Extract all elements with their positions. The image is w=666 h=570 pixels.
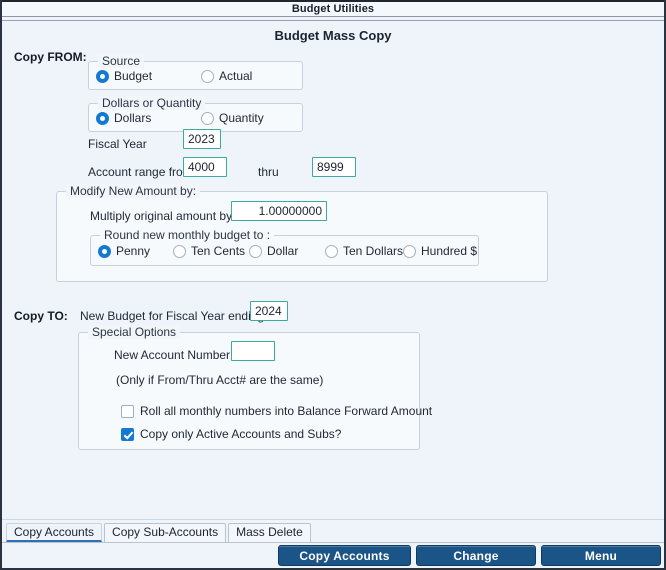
radio-label-dollars: Dollars <box>114 111 152 125</box>
dollars-quantity-group: Dollars or Quantity Dollars Quantity <box>88 96 303 132</box>
radio-indicator-quantity <box>201 111 214 125</box>
new-account-number-note: (Only if From/Thru Acct# are the same) <box>116 373 324 387</box>
round-group-legend: Round new monthly budget to : <box>100 228 275 242</box>
fiscal-year-label: Fiscal Year <box>88 137 147 151</box>
special-options-legend: Special Options <box>88 325 181 339</box>
radio-ten-cents[interactable]: Ten Cents <box>173 244 245 258</box>
fiscal-year-input[interactable] <box>183 129 221 149</box>
multiply-input[interactable] <box>231 201 327 221</box>
copy-accounts-button[interactable]: Copy Accounts <box>278 545 411 566</box>
checkbox-label-copy-active: Copy only Active Accounts and Subs? <box>140 427 342 441</box>
checkbox-roll-monthly-numbers[interactable]: Roll all monthly numbers into Balance Fo… <box>121 404 432 418</box>
window-title: Budget Utilities <box>291 2 375 15</box>
radio-hundred-dollars[interactable]: Hundred $ <box>403 244 477 258</box>
modify-new-amount-legend: Modify New Amount by: <box>66 184 201 198</box>
checkbox-indicator-copy-active <box>121 427 134 441</box>
copy-from-label: Copy FROM: <box>14 50 87 64</box>
change-button[interactable]: Change <box>416 545 536 566</box>
page-title: Budget Mass Copy <box>274 27 392 43</box>
radio-label-penny: Penny <box>116 244 151 258</box>
round-group: Round new monthly budget to : Penny Ten … <box>90 228 479 266</box>
copy-to-label: Copy TO: <box>14 309 68 323</box>
budget-utilities-window: Budget Utilities Budget Mass Copy Copy F… <box>0 0 666 570</box>
radio-indicator-penny <box>98 244 111 258</box>
radio-label-dollar: Dollar <box>267 244 299 258</box>
window-titlebar: Budget Utilities <box>2 0 664 17</box>
radio-dollars[interactable]: Dollars <box>96 111 151 125</box>
account-range-thru-input[interactable] <box>312 157 356 177</box>
modify-new-amount-group: Modify New Amount by: Multiply original … <box>56 184 548 282</box>
radio-dollar[interactable]: Dollar <box>249 244 298 258</box>
dollars-quantity-group-legend: Dollars or Quantity <box>98 96 206 110</box>
new-budget-fiscal-year-label: New Budget for Fiscal Year ending: <box>80 309 268 323</box>
radio-quantity[interactable]: Quantity <box>201 111 264 125</box>
checkbox-label-roll-monthly: Roll all monthly numbers into Balance Fo… <box>140 404 433 418</box>
new-account-number-label: New Account Number: <box>114 348 234 362</box>
tab-copy-sub-accounts[interactable]: Copy Sub-Accounts <box>104 523 227 542</box>
radio-source-budget[interactable]: Budget <box>96 69 152 83</box>
bottom-tabstrip: Copy Accounts Copy Sub-Accounts Mass Del… <box>2 519 664 542</box>
new-account-number-input[interactable] <box>231 341 275 361</box>
special-options-group: Special Options New Account Number: (Onl… <box>78 325 432 450</box>
multiply-label: Multiply original amount by: <box>90 209 236 223</box>
radio-indicator-budget <box>96 69 109 83</box>
radio-indicator-ten-cents <box>173 244 186 258</box>
menu-button[interactable]: Menu <box>541 545 661 566</box>
radio-label-quantity: Quantity <box>219 111 264 125</box>
radio-label-budget: Budget <box>114 69 153 83</box>
account-range-from-input[interactable] <box>183 157 227 177</box>
checkbox-indicator-roll-monthly <box>121 404 134 418</box>
bottom-button-bar: Copy Accounts Change Menu <box>2 542 664 568</box>
radio-ten-dollars[interactable]: Ten Dollars <box>325 244 403 258</box>
form-body: Copy FROM: Source Budget Actual Dollars … <box>2 47 664 519</box>
source-group-legend: Source <box>98 54 145 68</box>
radio-label-actual: Actual <box>219 69 253 83</box>
account-range-from-label: Account range from: <box>88 165 197 179</box>
checkbox-copy-active-only[interactable]: Copy only Active Accounts and Subs? <box>121 427 341 441</box>
radio-indicator-hundred-dollars <box>403 244 416 258</box>
tab-mass-delete[interactable]: Mass Delete <box>228 523 311 542</box>
radio-label-hundred-dollars: Hundred $ <box>421 244 478 258</box>
account-range-thru-label: thru <box>258 165 279 179</box>
radio-indicator-actual <box>201 69 214 83</box>
source-group: Source Budget Actual <box>88 54 303 90</box>
new-budget-fiscal-year-input[interactable] <box>250 301 288 321</box>
radio-indicator-dollars <box>96 111 109 125</box>
radio-penny[interactable]: Penny <box>98 244 150 258</box>
radio-label-ten-cents: Ten Cents <box>191 244 246 258</box>
radio-label-ten-dollars: Ten Dollars <box>343 244 404 258</box>
tab-copy-accounts[interactable]: Copy Accounts <box>6 523 103 542</box>
radio-source-actual[interactable]: Actual <box>201 69 252 83</box>
radio-indicator-dollar <box>249 244 262 258</box>
radio-indicator-ten-dollars <box>325 244 338 258</box>
